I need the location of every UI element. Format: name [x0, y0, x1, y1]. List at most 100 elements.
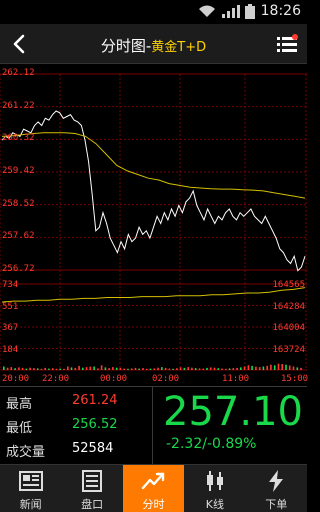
- low-label: 最低: [6, 421, 33, 436]
- volume-bar: [48, 368, 50, 370]
- low-value: 256.52: [72, 417, 118, 432]
- tab-intraday[interactable]: 分时: [122, 465, 185, 512]
- volume-bar: [115, 367, 118, 370]
- time-axis-label: 00:00: [100, 374, 128, 384]
- chart-canvas: [0, 73, 307, 371]
- volume-bar: [273, 365, 276, 370]
- battery-icon: [245, 4, 255, 19]
- volume-bar: [292, 366, 295, 370]
- low-row: 最低 256.52: [6, 417, 151, 439]
- open-interest-line: [1, 287, 306, 303]
- volume-bar: [228, 368, 231, 370]
- title-main: 分时图: [100, 37, 146, 55]
- price-axis-label: 256.72: [2, 264, 35, 274]
- volume-axis-label: 734: [2, 280, 19, 290]
- volume-row: 成交量 52584: [6, 441, 151, 463]
- volume-bar: [247, 365, 250, 370]
- volume-bar: [266, 365, 268, 370]
- volume-bar: [127, 368, 129, 370]
- volume-bar: [209, 367, 212, 370]
- instrument-name: 黄金T+D: [151, 40, 207, 55]
- high-row: 最高 261.24: [6, 393, 151, 415]
- volume-bar: [97, 368, 99, 370]
- candlestick-icon: [206, 471, 223, 491]
- price-axis-label: 257.62: [2, 231, 35, 242]
- volume-bar: [51, 368, 54, 370]
- time-axis-label: 11:00: [222, 374, 250, 384]
- volume-bar: [134, 367, 137, 370]
- volume-value: 52584: [72, 441, 114, 456]
- volume-bar: [138, 368, 140, 370]
- volume-bar: [89, 366, 92, 370]
- time-axis-label: 02:00: [152, 374, 180, 384]
- tab-label: 分时: [142, 498, 165, 511]
- volume-bar: [123, 368, 125, 370]
- volume-axis-label: 184: [2, 344, 19, 355]
- volume-bar: [300, 367, 302, 370]
- volume-axis-label: 367: [2, 323, 19, 333]
- volume-bar: [191, 367, 193, 370]
- price-axis-label: 260.32: [2, 133, 35, 144]
- volume-bar: [44, 367, 46, 370]
- volume-bar: [130, 368, 133, 370]
- trend-icon: [142, 472, 165, 490]
- volume-bar: [146, 368, 148, 370]
- intraday-chart[interactable]: 262.12 261.22 260.32 259.42 258.52 257.62 256.…: [0, 64, 308, 386]
- high-label: 最高: [6, 397, 33, 412]
- volume-bar: [236, 367, 238, 370]
- time-axis-label: 20:00: [2, 374, 30, 384]
- time-axis-label: 22:00: [42, 374, 70, 384]
- volume-bar: [232, 368, 235, 370]
- volume-bar: [202, 368, 204, 370]
- volume-bar: [172, 368, 174, 370]
- volume-bar: [78, 365, 80, 370]
- volume-bar: [67, 366, 69, 370]
- volume-bar: [55, 368, 58, 370]
- bottom-tab-bar: 新闻 盘口 分时 K线 下单: [0, 464, 307, 512]
- volume-bar: [262, 366, 265, 370]
- price-axis-label: 261.22: [2, 100, 35, 111]
- tab-label: K线: [205, 498, 224, 511]
- volume-bar: [74, 367, 77, 370]
- volume-bar: [206, 367, 208, 370]
- open-interest-axis-label: 163724: [272, 344, 305, 355]
- tab-label: 盘口: [81, 498, 104, 511]
- volume-bar: [119, 367, 122, 370]
- volume-bar: [243, 366, 246, 370]
- volume-bar: [168, 368, 171, 370]
- volume-bar: [288, 365, 291, 370]
- volume-bar: [213, 367, 216, 370]
- tab-orderbook[interactable]: 盘口: [61, 465, 122, 512]
- tab-label: 下单: [265, 498, 288, 511]
- volume-bar: [100, 365, 103, 370]
- tab-order[interactable]: 下单: [246, 465, 307, 512]
- volume-bar: [10, 367, 13, 370]
- volume-bar: [161, 367, 163, 370]
- volume-bar: [36, 368, 39, 370]
- last-price: 257.10: [163, 389, 303, 435]
- volume-bar: [281, 364, 283, 370]
- price-axis-label: 262.12: [2, 68, 35, 78]
- volume-bars: [3, 363, 302, 370]
- tab-kline[interactable]: K线: [184, 465, 245, 512]
- volume-bar: [183, 367, 186, 370]
- volume-bar: [255, 366, 257, 370]
- quote-panel: 最高 261.24 最低 256.52 成交量 52584 257.10 -2.…: [0, 386, 307, 465]
- price-change: -2.32/-0.89%: [166, 436, 257, 452]
- tab-news[interactable]: 新闻: [0, 465, 61, 512]
- menu-icon[interactable]: [275, 32, 299, 56]
- news-icon: [18, 471, 43, 491]
- volume-bar: [240, 367, 242, 370]
- top-bar: 分时图-黄金T+D: [0, 24, 307, 64]
- status-time: 18:26: [260, 3, 301, 19]
- volume-bar: [3, 366, 5, 370]
- volume-bar: [142, 368, 144, 370]
- volume-bar: [82, 367, 84, 370]
- volume-bar: [217, 368, 220, 370]
- volume-bar: [29, 367, 31, 370]
- orderbook-icon: [82, 470, 103, 492]
- volume-bar: [194, 368, 197, 370]
- wifi-icon: [199, 5, 215, 17]
- volume-bar: [108, 368, 110, 370]
- price-series-1: [1, 132, 306, 199]
